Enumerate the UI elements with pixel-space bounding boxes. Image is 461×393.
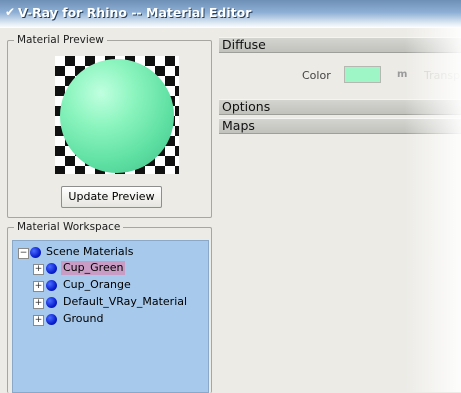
- tree-item-label[interactable]: Cup_Orange: [63, 278, 131, 292]
- expand-icon[interactable]: +: [33, 298, 44, 309]
- diffuse-map-button[interactable]: m: [397, 69, 407, 80]
- tree-item-label[interactable]: Ground: [63, 312, 103, 326]
- transparency-label: Transp: [424, 69, 461, 82]
- material-workspace-group: Material Workspace − Scene Materials + C…: [7, 221, 212, 393]
- expand-icon[interactable]: +: [33, 264, 44, 275]
- title-bar[interactable]: ✔ V-Ray for Rhino -- Material Editor: [0, 0, 461, 28]
- preview-canvas: [55, 56, 179, 174]
- collapse-icon[interactable]: −: [18, 248, 29, 259]
- options-section-header[interactable]: Options: [219, 99, 461, 115]
- rhino-icon: ✔: [5, 5, 16, 19]
- diffuse-color-label: Color: [302, 69, 331, 82]
- options-header-label: Options: [222, 99, 271, 114]
- diffuse-header-label: Diffuse: [222, 37, 266, 52]
- material-sphere-icon: [46, 314, 57, 325]
- window-edge-fade: [405, 28, 461, 392]
- diffuse-color-swatch[interactable]: [344, 66, 381, 83]
- expand-icon[interactable]: +: [33, 281, 44, 292]
- tree-item-label[interactable]: Cup_Green: [61, 261, 126, 275]
- maps-section-header[interactable]: Maps: [219, 118, 461, 134]
- material-workspace-label: Material Workspace: [14, 221, 124, 233]
- tree-item-label[interactable]: Default_VRay_Material: [63, 295, 187, 309]
- material-sphere-icon: [46, 297, 57, 308]
- material-sphere-icon: [46, 280, 57, 291]
- material-sphere-icon: [46, 263, 57, 274]
- diffuse-section-header[interactable]: Diffuse: [219, 37, 461, 53]
- material-preview-group: Material Preview Update Preview: [7, 34, 212, 218]
- material-tree[interactable]: − Scene Materials + Cup_Green + Cup_Oran…: [12, 240, 209, 393]
- update-preview-button[interactable]: Update Preview: [61, 186, 162, 208]
- material-sphere-icon: [30, 247, 41, 258]
- maps-header-label: Maps: [222, 118, 255, 133]
- window-title: V-Ray for Rhino -- Material Editor: [18, 5, 252, 20]
- expand-icon[interactable]: +: [33, 315, 44, 326]
- preview-sphere: [60, 59, 174, 173]
- material-preview-label: Material Preview: [14, 34, 107, 46]
- scene-materials-label[interactable]: Scene Materials: [46, 245, 133, 259]
